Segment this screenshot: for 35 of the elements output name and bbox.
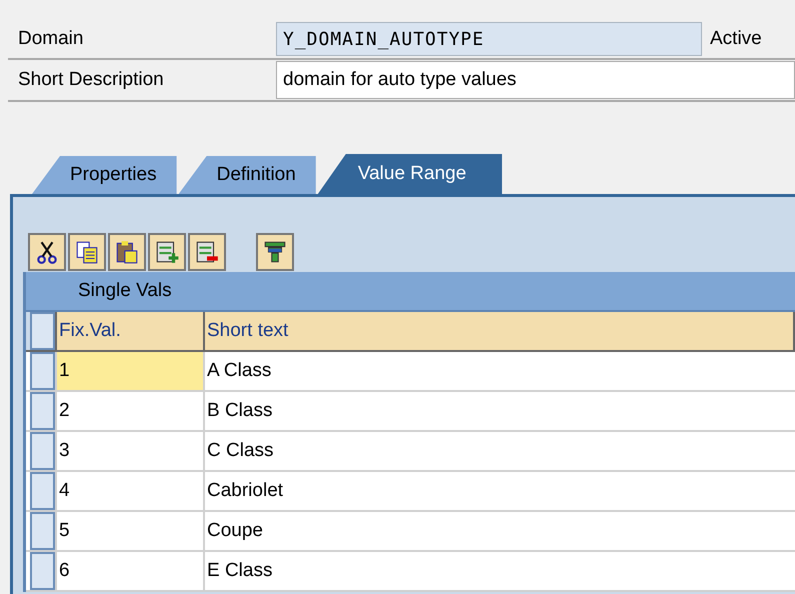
row-selector[interactable] xyxy=(30,472,55,510)
add-row-button[interactable] xyxy=(148,233,186,271)
tab[interactable]: Definition xyxy=(178,156,316,194)
table-title: Single Vals xyxy=(78,278,172,303)
table-cell[interactable]: 3 xyxy=(55,432,205,470)
tab[interactable]: Properties xyxy=(32,156,177,194)
row-selector[interactable] xyxy=(30,552,55,590)
tab[interactable]: Value Range xyxy=(318,154,502,194)
domain-field[interactable]: Y_DOMAIN_AUTOTYPE xyxy=(276,22,702,56)
table-cell[interactable]: 5 xyxy=(55,512,205,550)
column-header[interactable]: Short text xyxy=(205,312,795,350)
field-label: Domain xyxy=(17,26,84,51)
clipboard-icon xyxy=(114,239,140,265)
description-field[interactable]: domain for auto type values xyxy=(276,61,795,99)
row-selector[interactable] xyxy=(30,392,55,430)
filter-icon xyxy=(262,239,288,265)
add-row-icon xyxy=(154,239,180,265)
scissors-button[interactable] xyxy=(28,233,66,271)
row-selector[interactable] xyxy=(30,432,55,470)
copy-icon xyxy=(74,239,100,265)
field-label: Short Description xyxy=(17,68,165,92)
row-selector[interactable] xyxy=(30,312,55,350)
table-cell[interactable]: 4 xyxy=(55,472,205,510)
column-header[interactable]: Fix.Val. xyxy=(55,312,205,350)
table-cell[interactable]: 2 xyxy=(55,392,205,430)
status-label: Active xyxy=(709,26,762,51)
table-cell[interactable]: 1 xyxy=(55,352,205,390)
copy-button[interactable] xyxy=(68,233,106,271)
row-selector[interactable] xyxy=(30,512,55,550)
delete-row-button[interactable] xyxy=(188,233,226,271)
table-cell[interactable]: 6 xyxy=(55,552,205,590)
clipboard-button[interactable] xyxy=(108,233,146,271)
filter-button[interactable] xyxy=(256,233,294,271)
delete-row-icon xyxy=(194,239,220,265)
row-selector[interactable] xyxy=(30,352,55,390)
